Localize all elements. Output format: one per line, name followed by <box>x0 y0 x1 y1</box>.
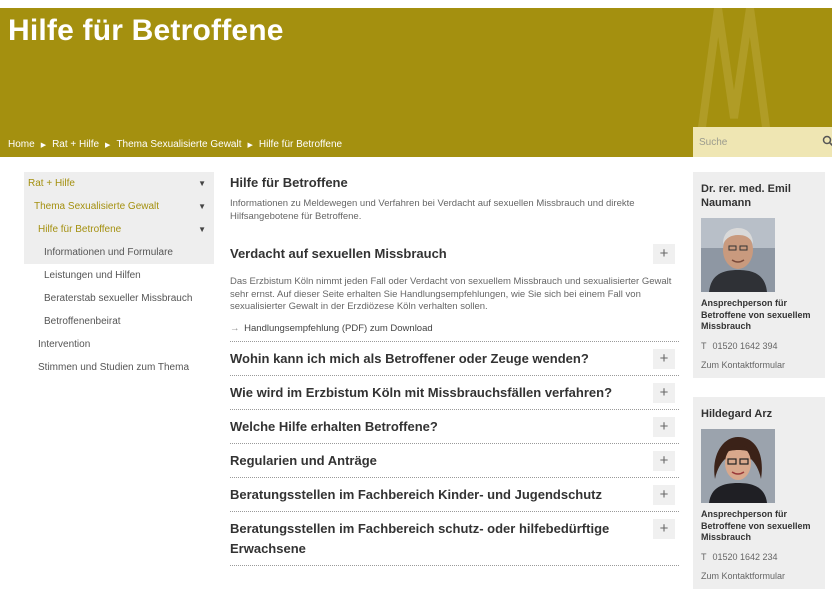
breadcrumb: Home ▶ Rat + Hilfe ▶ Thema Sexualisierte… <box>8 139 342 150</box>
contact-phone: T 01520 1642 234 <box>701 552 817 562</box>
plus-icon[interactable]: + <box>653 518 675 539</box>
accordion-item[interactable]: Regularien und Anträge + <box>230 444 679 478</box>
nav-item-thema[interactable]: Thema Sexualisierte Gewalt ▼ <box>24 195 214 218</box>
nav-item-beraterstab[interactable]: Beraterstab sexueller Missbrauch <box>24 287 214 310</box>
chevron-right-icon: ▶ <box>105 141 111 149</box>
nav-item-hilfe[interactable]: Hilfe für Betroffene ▼ <box>24 218 214 241</box>
accordion-header[interactable]: Verdacht auf sexuellen Missbrauch + <box>230 237 679 270</box>
accordion-title: Wohin kann ich mich als Betroffener oder… <box>230 350 589 366</box>
accordion-title: Beratungsstellen im Fachbereich schutz- … <box>230 520 610 556</box>
side-navigation: Rat + Hilfe ▼ Thema Sexualisierte Gewalt… <box>24 172 214 379</box>
contact-photo <box>701 429 775 503</box>
accordion-title: Beratungsstellen im Fachbereich Kinder- … <box>230 486 603 502</box>
phone-number[interactable]: 01520 1642 234 <box>713 552 778 562</box>
accordion-title: Welche Hilfe erhalten Betroffene? <box>230 418 438 434</box>
breadcrumb-home[interactable]: Home <box>8 139 35 150</box>
main-intro: Informationen zu Meldewegen und Verfahre… <box>230 198 635 222</box>
nav-item-intervention[interactable]: Intervention <box>24 333 214 356</box>
phone-label: T <box>701 551 707 562</box>
nav-item-label: Hilfe für Betroffene <box>38 224 122 235</box>
plus-icon[interactable]: + <box>653 416 675 437</box>
accordion-expanded: Verdacht auf sexuellen Missbrauch + Das … <box>230 237 679 342</box>
nav-item-betroffenenbeirat[interactable]: Betroffenenbeirat <box>24 310 214 333</box>
main-content: Hilfe für Betroffene Informationen zu Me… <box>230 172 679 566</box>
nav-item-stimmen[interactable]: Stimmen und Studien zum Thema <box>24 356 214 379</box>
accordion-item[interactable]: Welche Hilfe erhalten Betroffene? + <box>230 410 679 444</box>
accordion-body: Das Erzbistum Köln nimmt jeden Fall oder… <box>230 270 679 342</box>
download-link[interactable]: → Handlungsempfehlung (PDF) zum Download <box>230 323 679 334</box>
contact-form-link[interactable]: Zum Kontaktformular <box>701 571 817 581</box>
accordion-title: Wie wird im Erzbistum Köln mit Missbrauc… <box>230 384 613 400</box>
caret-down-icon: ▼ <box>198 202 206 211</box>
contact-photo <box>701 218 775 292</box>
phone-label: T <box>701 340 707 351</box>
main-title: Hilfe für Betroffene <box>230 175 348 190</box>
accordion-body-text: Das Erzbistum Köln nimmt jeden Fall oder… <box>230 276 672 312</box>
breadcrumb-thema[interactable]: Thema Sexualisierte Gewalt <box>116 139 241 150</box>
nav-item-label: Thema Sexualisierte Gewalt <box>34 201 160 212</box>
accordion-item[interactable]: Wohin kann ich mich als Betroffener oder… <box>230 342 679 376</box>
nav-item-rat-hilfe[interactable]: Rat + Hilfe ▼ <box>24 172 214 195</box>
nav-item-informationen[interactable]: Informationen und Formulare <box>24 241 214 264</box>
contact-phone: T 01520 1642 394 <box>701 341 817 351</box>
accordion-title: Verdacht auf sexuellen Missbrauch <box>230 246 447 261</box>
search-icon[interactable] <box>822 135 832 147</box>
contact-name: Hildegard Arz <box>701 408 773 420</box>
accordion-item[interactable]: Beratungsstellen im Fachbereich schutz- … <box>230 512 679 566</box>
caret-down-icon: ▼ <box>198 179 206 188</box>
contact-card: Dr. rer. med. Emil Naumann Ansprechperso… <box>693 172 825 378</box>
plus-icon[interactable]: + <box>653 382 675 403</box>
contact-form-link[interactable]: Zum Kontaktformular <box>701 360 817 370</box>
contact-role: Ansprechperson für Betroffene von sexuel… <box>701 298 811 331</box>
breadcrumb-current: Hilfe für Betroffene <box>258 139 343 150</box>
plus-icon[interactable]: + <box>653 450 675 471</box>
nav-item-label: Rat + Hilfe <box>28 178 75 189</box>
chevron-right-icon: ▶ <box>40 141 47 149</box>
accordion-title: Regularien und Anträge <box>230 452 377 468</box>
chevron-right-icon: ▶ <box>247 141 253 149</box>
nav-item-leistungen[interactable]: Leistungen und Hilfen <box>24 264 214 287</box>
download-link-label: Handlungsempfehlung (PDF) zum Download <box>244 322 433 334</box>
page-heading: Hilfe für Betroffene <box>8 14 284 47</box>
plus-icon[interactable]: + <box>653 484 675 505</box>
contact-name: Dr. rer. med. Emil Naumann <box>701 183 791 209</box>
accordion-item[interactable]: Wie wird im Erzbistum Köln mit Missbrauc… <box>230 376 679 410</box>
arrow-right-icon: → <box>230 322 240 334</box>
search-input[interactable] <box>693 127 813 157</box>
contact-card: Hildegard Arz Ansprechperson für Betroff… <box>693 397 825 589</box>
search-box <box>693 127 832 157</box>
plus-icon[interactable]: + <box>653 348 675 369</box>
phone-number[interactable]: 01520 1642 394 <box>713 341 778 351</box>
breadcrumb-rat-hilfe[interactable]: Rat + Hilfe <box>52 139 99 150</box>
accordion-item[interactable]: Beratungsstellen im Fachbereich Kinder- … <box>230 478 679 512</box>
plus-icon[interactable]: + <box>653 244 675 264</box>
caret-down-icon: ▼ <box>198 225 206 234</box>
contact-role: Ansprechperson für Betroffene von sexuel… <box>701 509 811 542</box>
